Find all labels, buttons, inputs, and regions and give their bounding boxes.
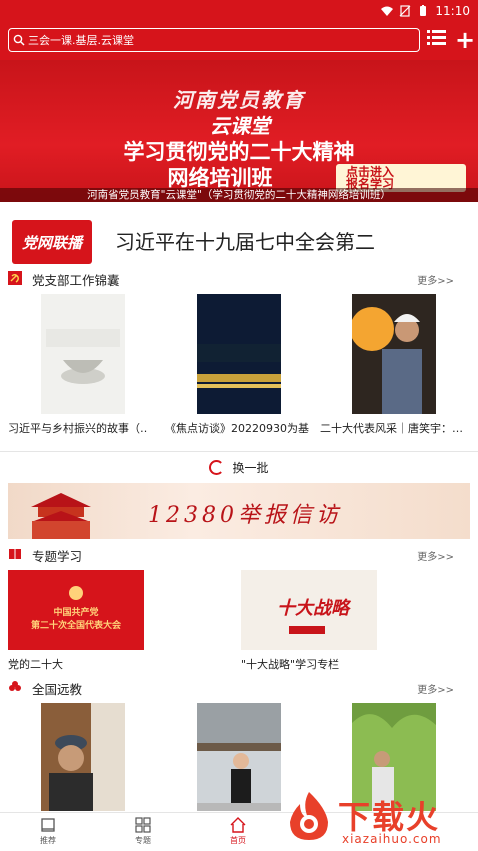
refresh-icon <box>209 459 225 475</box>
nav-item-home[interactable]: 首页 <box>218 817 258 846</box>
section-remote-edu: 全国远教 更多>> <box>0 677 478 697</box>
banner-title: 河南党员教育 <box>173 88 305 112</box>
headline-news[interactable]: 党网联播 习近平在十九届七中全会第二 <box>0 214 478 266</box>
thumbnail <box>41 703 125 811</box>
thumb-text: 十大战略 <box>277 598 349 619</box>
list-item[interactable] <box>197 703 281 811</box>
headline-text: 习近平在十九届七中全会第二 <box>115 230 375 254</box>
status-time: 11:10 <box>435 4 470 18</box>
book-icon <box>9 549 21 559</box>
nav-label: 首页 <box>230 836 246 845</box>
card-title: "十大战略"学习专栏 <box>241 658 340 671</box>
card-title: 二十大代表风采｜唐笑宇：… <box>320 422 463 435</box>
teacup-illustration <box>41 294 125 414</box>
flower-icon <box>9 681 21 691</box>
list-item[interactable]: 习近平与乡村振兴的故事（… <box>8 294 148 435</box>
elder-photo <box>41 703 125 811</box>
report-banner-text: 12380举报信访 <box>148 503 342 528</box>
search-input[interactable]: 三会一课.基层.云课堂 <box>8 28 420 52</box>
card-title: 党的二十大 <box>8 658 63 671</box>
divider <box>0 451 478 452</box>
thumbnail: 中国共产党 第二十次全国代表大会 <box>8 570 144 650</box>
worker-photo <box>352 294 436 414</box>
search-icon <box>13 34 25 46</box>
section-party-branch: 党支部工作锦囊 更多>> <box>0 268 478 288</box>
party-emblem-icon <box>8 271 22 285</box>
more-link[interactable]: 更多>> <box>417 681 454 696</box>
tiananmen-icon <box>31 493 91 539</box>
banner-subtitle: 云课堂 <box>210 114 270 138</box>
nav-label: 专题 <box>135 836 151 845</box>
list-item[interactable] <box>41 703 125 811</box>
refresh-label: 换一批 <box>232 460 269 475</box>
emblem-icon <box>69 586 83 600</box>
refresh-button[interactable]: 换一批 <box>0 456 478 478</box>
nav-item-topics[interactable]: 专题 <box>123 817 163 846</box>
thumbnail <box>197 294 281 414</box>
thumbnail <box>41 294 125 414</box>
news-logo: 党网联播 <box>12 220 92 264</box>
watermark: 下载火 xiazaihuo.com <box>280 786 478 848</box>
list-item[interactable]: 十大战略 "十大战略"学习专栏 <box>241 570 379 671</box>
list-item[interactable]: 《焦点访谈》20220930为基… <box>165 294 310 435</box>
top-bar: 三会一课.基层.云课堂 + <box>0 22 478 60</box>
flame-logo-icon <box>290 792 328 840</box>
section-special-study: 专题学习 更多>> <box>0 544 478 564</box>
hero-banner[interactable]: 河南党员教育 云课堂 学习贯彻党的二十大精神 网络培训班 点击进入 报名学习 河… <box>0 60 478 202</box>
delegate-photo <box>197 703 281 811</box>
wifi-icon <box>381 6 394 16</box>
thumb-tag <box>289 626 325 634</box>
status-bar: 11:10 <box>0 0 478 22</box>
book-open-icon <box>41 818 55 832</box>
card-title: 习近平与乡村振兴的故事（… <box>8 422 148 435</box>
more-link[interactable]: 更多>> <box>417 548 454 563</box>
add-icon[interactable]: + <box>455 28 475 52</box>
section-title: 全国远教 <box>32 682 83 697</box>
search-value: 三会一课.基层.云课堂 <box>28 34 134 47</box>
thumbnail: 十大战略 <box>241 570 377 650</box>
list-menu-icon[interactable] <box>427 30 446 50</box>
no-sim-icon <box>399 5 411 17</box>
section-title: 党支部工作锦囊 <box>32 273 120 288</box>
nav-label: 推荐 <box>40 836 56 845</box>
thumb-text: 中国共产党 <box>53 608 99 618</box>
report-banner[interactable]: 12380举报信访 <box>8 483 470 539</box>
watermark-url: xiazaihuo.com <box>342 832 442 846</box>
battery-icon <box>420 5 427 16</box>
thumbnail <box>352 294 436 414</box>
nav-item-recommend[interactable]: 推荐 <box>28 817 68 846</box>
thumb-text: 第二十次全国代表大会 <box>30 621 121 631</box>
list-item[interactable]: 中国共产党 第二十次全国代表大会 党的二十大 <box>8 570 146 671</box>
list-item[interactable]: 二十大代表风采｜唐笑宇：… <box>320 294 465 435</box>
thumbnail <box>197 703 281 811</box>
home-icon <box>230 817 246 833</box>
grid-icon <box>135 817 151 833</box>
section-title: 专题学习 <box>32 549 83 564</box>
tv-program-illustration <box>197 294 281 414</box>
more-link[interactable]: 更多>> <box>417 272 454 287</box>
banner-caption: 河南省党员教育"云课堂"（学习贯彻党的二十大精神网络培训班） <box>0 188 478 202</box>
card-title: 《焦点访谈》20220930为基… <box>165 422 310 435</box>
